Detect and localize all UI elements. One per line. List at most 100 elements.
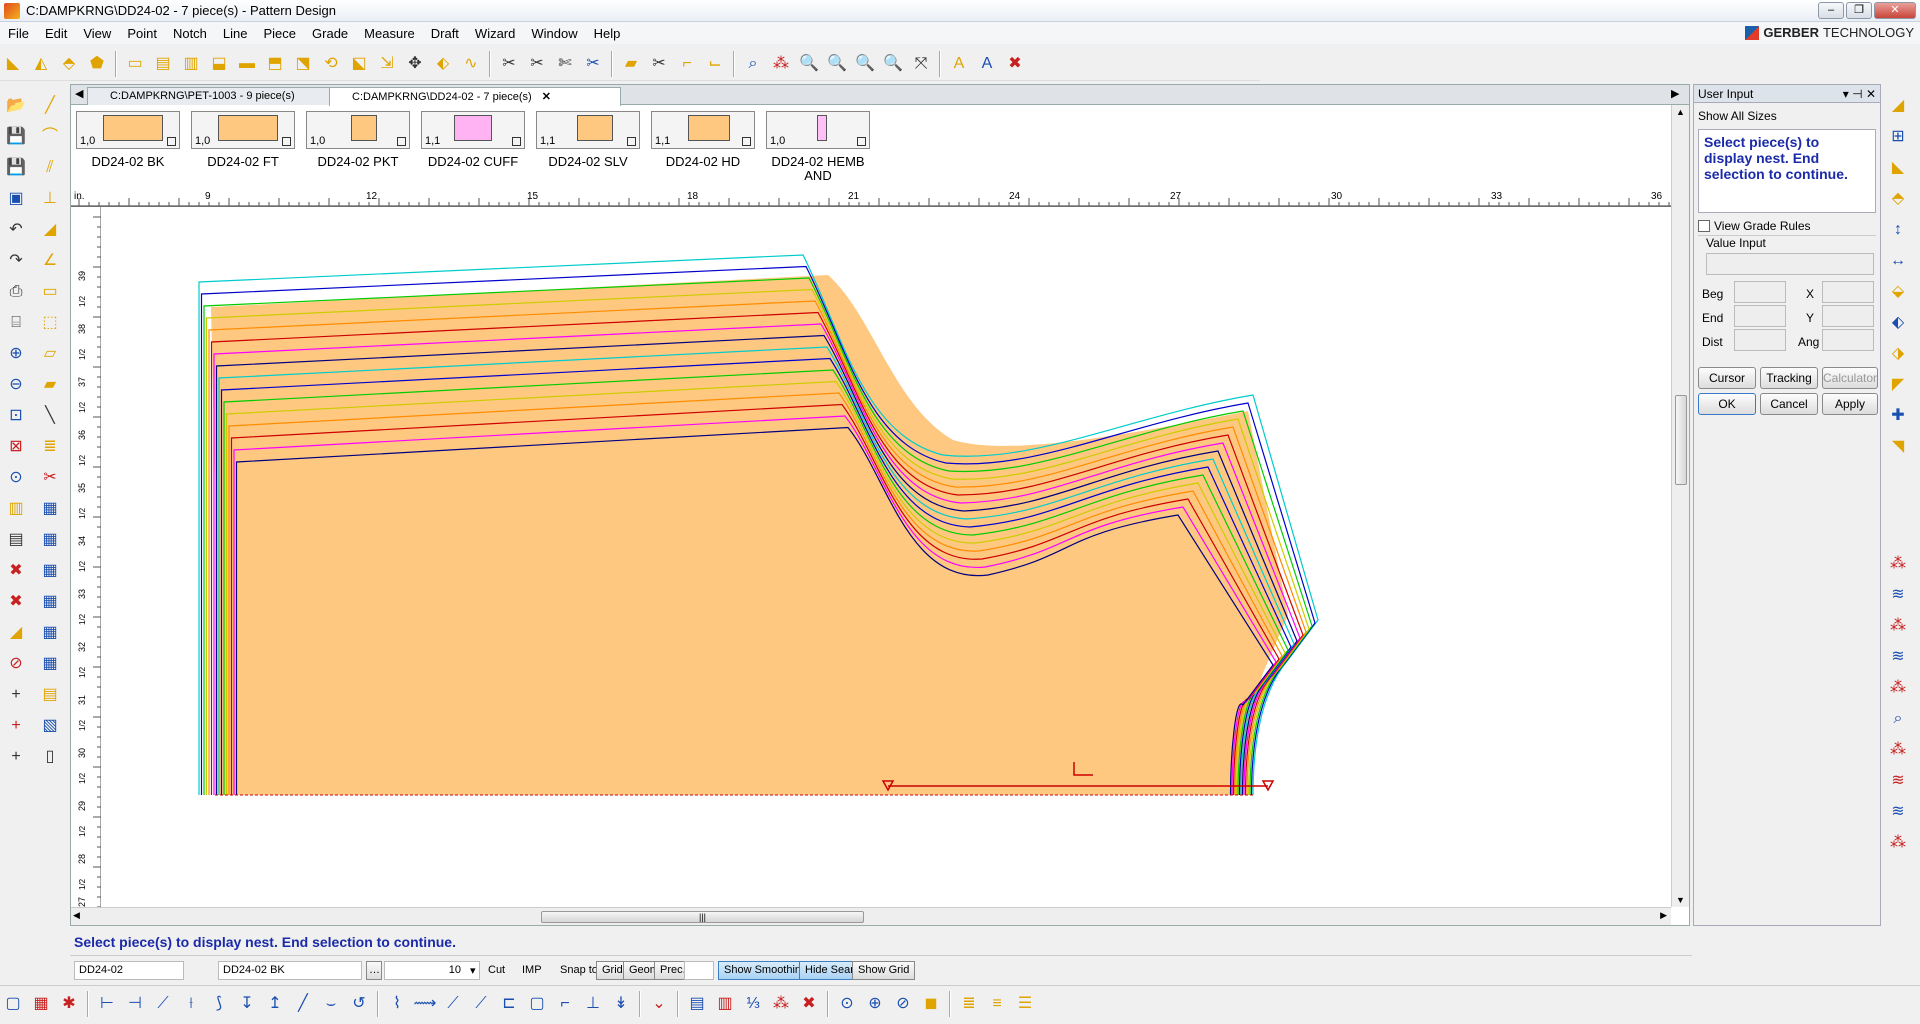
piece-info-icon[interactable]: ▰ (618, 51, 644, 77)
seam2-icon[interactable]: ⟿ (412, 991, 438, 1017)
grade-tool5-icon[interactable]: ⁂ (1884, 674, 1912, 702)
graded-piece-drawing[interactable] (103, 215, 1663, 905)
point-smooth-icon[interactable]: ◤ (1884, 371, 1912, 399)
line-slash-icon[interactable]: ╱ (290, 991, 316, 1017)
apply-button[interactable]: Apply (1822, 393, 1878, 415)
vertical-scrollbar[interactable]: ▲ ▼ (1671, 105, 1689, 907)
flip-piece-icon[interactable]: ⬕ (346, 51, 372, 77)
combine-piece-icon[interactable]: ▬ (234, 51, 260, 77)
zoom-fit-icon[interactable]: 🔍 (852, 51, 878, 77)
cursor-button[interactable]: Cursor (1698, 367, 1756, 389)
x-field[interactable] (1822, 281, 1874, 303)
grade-copy-icon[interactable]: ⁂ (768, 991, 794, 1017)
dropdown-arrow-icon[interactable]: ▾ (470, 964, 476, 977)
line-split-icon[interactable]: ⟊ (178, 991, 204, 1017)
piece-thumb-ft[interactable]: 1,0 (191, 111, 295, 149)
move-point-icon[interactable]: ◭ (28, 51, 54, 77)
grade-table2-icon[interactable]: ▥ (712, 991, 738, 1017)
seam8-icon[interactable]: ⊥ (580, 991, 606, 1017)
plot-icon[interactable]: ⌸ (2, 309, 30, 337)
piece-create-icon[interactable]: ▱ (36, 340, 64, 368)
point-rotate-icon[interactable]: ⬗ (1884, 340, 1912, 368)
delete-all-icon[interactable]: ✖ (2, 588, 30, 616)
model-field[interactable]: DD24-02 (74, 961, 184, 980)
cut-fold-icon[interactable]: ✂ (646, 51, 672, 77)
table6-icon[interactable]: ▦ (36, 650, 64, 678)
stack-icon[interactable]: ≣ (36, 433, 64, 461)
modify-point-icon[interactable]: ⬟ (84, 51, 110, 77)
line-tool-icon[interactable]: ╱ (36, 92, 64, 120)
minimize-button[interactable]: – (1818, 2, 1844, 19)
close-button[interactable]: ✕ (1874, 2, 1916, 19)
menu-point[interactable]: Point (119, 26, 165, 41)
table4-icon[interactable]: ▦ (36, 588, 64, 616)
view-grade-rules-checkbox[interactable]: View Grade Rules (1698, 219, 1811, 233)
cut-seam-icon[interactable]: ✄ (552, 51, 578, 77)
report-icon[interactable]: ▧ (36, 712, 64, 740)
notch-icon[interactable]: ⌄ (646, 991, 672, 1017)
seam7-icon[interactable]: ⌐ (552, 991, 578, 1017)
seam6-icon[interactable]: ▢ (524, 991, 550, 1017)
zoom-in-icon[interactable]: 🔍 (796, 51, 822, 77)
table5-icon[interactable]: ▦ (36, 619, 64, 647)
checkbox-box[interactable] (1698, 220, 1710, 232)
rotate-piece-icon[interactable]: ⟲ (318, 51, 344, 77)
open-red-icon[interactable]: ▦ (28, 991, 54, 1017)
browse-button[interactable]: … (366, 961, 382, 980)
fill-icon[interactable]: ◼ (918, 991, 944, 1017)
notes-icon[interactable]: ▤ (2, 526, 30, 554)
new-icon[interactable]: ▢ (0, 991, 26, 1017)
delete-text-icon[interactable]: ✖ (1002, 51, 1028, 77)
seam5-icon[interactable]: ⊏ (496, 991, 522, 1017)
circle-slash-icon[interactable]: ⊘ (890, 991, 916, 1017)
zoom-out-left-icon[interactable]: ⊖ (2, 371, 30, 399)
shrink-stretch-icon[interactable]: ⇲ (374, 51, 400, 77)
line-clip-icon[interactable]: ⟆ (206, 991, 232, 1017)
close-tab-icon[interactable]: ✕ (542, 91, 551, 103)
align2-icon[interactable]: ≡ (984, 991, 1010, 1017)
scroll-up-icon[interactable]: ▲ (1676, 107, 1685, 117)
grade-tool9-icon[interactable]: ≋ (1884, 798, 1912, 826)
tab-dd24-02[interactable]: C:DAMPKRNG\DD24-02 - 7 piece(s) ✕ (329, 87, 621, 106)
menu-window[interactable]: Window (523, 26, 585, 41)
text-icon[interactable]: A (946, 51, 972, 77)
grade-tool8-icon[interactable]: ≋ (1884, 767, 1912, 795)
grade-tool2-icon[interactable]: ≋ (1884, 581, 1912, 609)
ok-button[interactable]: OK (1698, 393, 1756, 415)
tab-scroll-right-icon[interactable]: ▶ (1671, 87, 1679, 100)
piece-thumb-hemband[interactable]: 1,0 (766, 111, 870, 149)
menu-piece[interactable]: Piece (256, 26, 305, 41)
grade-tool6-icon[interactable]: ⌕ (1884, 705, 1912, 733)
menu-wizard[interactable]: Wizard (467, 26, 523, 41)
point-distribute-icon[interactable]: ✚ (1884, 402, 1912, 430)
drill-icon[interactable]: ╲ (36, 402, 64, 430)
table3-icon[interactable]: ▦ (36, 557, 64, 585)
line-arrow-icon[interactable]: ↥ (262, 991, 288, 1017)
restore-button[interactable]: ❐ (1846, 2, 1872, 19)
piece-thumb-hd[interactable]: 1,1 (651, 111, 755, 149)
seam-icon[interactable]: ⌇ (384, 991, 410, 1017)
panel-controls-icon[interactable]: ▾ ⊣ ✕ (1843, 87, 1876, 101)
perp-tool-icon[interactable]: ⊥ (36, 185, 64, 213)
calculator-button[interactable]: Calculator (1822, 367, 1878, 389)
align-icon[interactable]: ≣ (956, 991, 982, 1017)
angle-tool-icon[interactable]: ∠ (36, 247, 64, 275)
print-icon[interactable]: ⎙ (2, 278, 30, 306)
rectangle-tool-icon[interactable]: ▭ (36, 278, 64, 306)
text-edit-icon[interactable]: A (974, 51, 1000, 77)
dart-icon[interactable]: ⌐ (674, 51, 700, 77)
grade-tool10-icon[interactable]: ⁂ (1884, 829, 1912, 857)
grade-tool3-icon[interactable]: ⁂ (1884, 612, 1912, 640)
scroll-down-icon[interactable]: ▼ (1676, 895, 1685, 905)
save-all-icon[interactable]: ▣ (2, 185, 30, 213)
value-input-field[interactable] (1706, 253, 1874, 275)
grade-tool1-icon[interactable]: ⁂ (1884, 550, 1912, 578)
line-vert-icon[interactable]: ⊢ (94, 991, 120, 1017)
pattern-canvas[interactable] (103, 215, 1663, 908)
point-move-icon[interactable]: ⬘ (1884, 185, 1912, 213)
dashed-rect-icon[interactable]: ⬚ (36, 309, 64, 337)
menu-edit[interactable]: Edit (37, 26, 75, 41)
split-piece-icon[interactable]: ⬓ (206, 51, 232, 77)
select-point-icon[interactable]: ◣ (0, 51, 26, 77)
circle-icon[interactable]: ⊙ (834, 991, 860, 1017)
